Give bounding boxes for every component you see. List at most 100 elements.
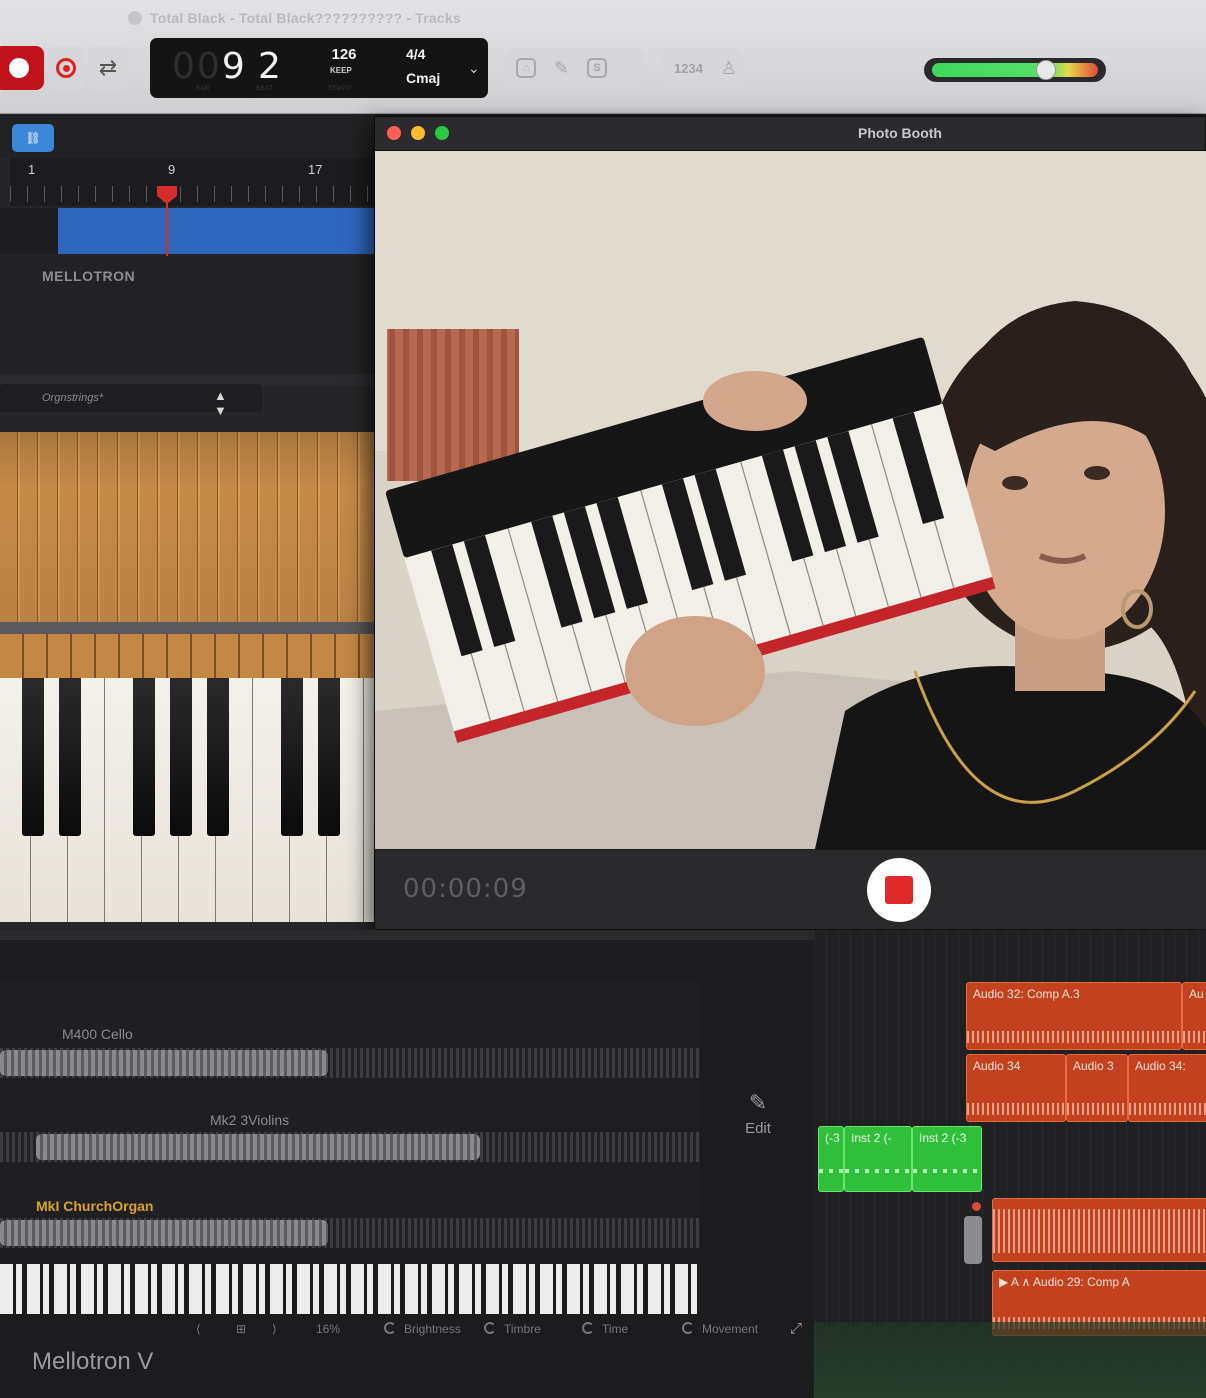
- mellotron-header: MELLOTRON: [0, 256, 376, 376]
- metronome-icon[interactable]: ♙: [721, 58, 737, 79]
- lcd-tempo-mode: KEEP: [330, 66, 352, 75]
- mellotron-tabs-panel: [0, 432, 376, 622]
- ruler-mark: 17: [308, 162, 323, 177]
- audio-region[interactable]: [992, 1198, 1206, 1262]
- camera-preview: [375, 151, 1206, 849]
- preset-name: Orgnstrings*: [42, 392, 104, 404]
- solo-icon[interactable]: S: [587, 58, 608, 78]
- lcd-beat-caption: BEAT: [256, 86, 274, 92]
- edit-tools-group: ⌂ ✎ S: [504, 48, 644, 88]
- divider: [0, 622, 376, 634]
- ruler-mark: 1: [28, 162, 36, 177]
- pencil-icon: ✎: [748, 1090, 768, 1115]
- mini-keyboard[interactable]: [0, 1264, 700, 1314]
- pencil-icon[interactable]: ✎: [554, 58, 569, 79]
- black-key[interactable]: [170, 678, 192, 836]
- record-icon: [9, 58, 29, 78]
- stop-recording-button[interactable]: [867, 858, 931, 922]
- lcd-key[interactable]: Cmaj: [406, 70, 440, 86]
- lcd-bar: 009: [172, 46, 247, 87]
- timeline-ruler[interactable]: 1 9 17: [10, 158, 376, 206]
- midi-region[interactable]: (-3: [818, 1126, 844, 1192]
- audio-region[interactable]: Au: [1182, 982, 1206, 1050]
- knob-icon: [484, 1322, 496, 1334]
- preset-selector[interactable]: Orgnstrings* ▲ ▼: [0, 384, 262, 418]
- black-key[interactable]: [133, 678, 155, 836]
- plugin-header: ⛓: [0, 114, 376, 158]
- volume-knob[interactable]: [1036, 60, 1056, 80]
- knob-time[interactable]: Time: [582, 1322, 628, 1336]
- tape-slider-organ[interactable]: [0, 1220, 328, 1246]
- ruler-mark: 9: [168, 162, 176, 177]
- record-enable-icon[interactable]: [972, 1202, 981, 1211]
- window-title: Photo Booth: [858, 125, 942, 141]
- count-in-button[interactable]: 1234: [674, 61, 703, 76]
- tracks-area: Audio 32: Comp A.3 Au Audio 34 Audio 3 A…: [814, 930, 1206, 1398]
- mellotron-keyboard[interactable]: [0, 678, 401, 922]
- window-title: Total Black - Total Black?????????? - Tr…: [150, 10, 461, 26]
- knob-brightness[interactable]: Brightness: [384, 1322, 461, 1336]
- plugin-footer-title: Mellotron V: [32, 1348, 154, 1375]
- main-toolbar: Total Black - Total Black?????????? - Tr…: [0, 0, 1206, 114]
- capture-recording-icon: [56, 58, 76, 78]
- midi-region[interactable]: [58, 208, 376, 254]
- knob-movement[interactable]: Movement: [682, 1322, 758, 1336]
- mini-keys: [0, 1264, 700, 1314]
- lcd-beat: 2: [258, 46, 281, 87]
- lcd-time-signature[interactable]: 4/4: [406, 46, 425, 62]
- zoom-level[interactable]: 16%: [316, 1322, 340, 1336]
- cycle-button[interactable]: ⇄: [88, 46, 128, 90]
- edit-label: Edit: [745, 1120, 771, 1137]
- tape-label-organ: MkI ChurchOrgan: [36, 1198, 154, 1214]
- preset-stepper-icon[interactable]: ▲ ▼: [214, 388, 262, 418]
- ruler-ticks: [10, 186, 376, 202]
- tape-label-cello: M400 Cello: [62, 1026, 133, 1042]
- forward-icon[interactable]: ⟩: [272, 1322, 277, 1336]
- capture-recording-button[interactable]: [48, 46, 84, 90]
- black-key[interactable]: [318, 678, 340, 836]
- cycle-icon: ⇄: [98, 55, 118, 80]
- black-key[interactable]: [59, 678, 81, 836]
- stop-icon: [885, 876, 913, 904]
- black-key[interactable]: [207, 678, 229, 836]
- tape-slider-cello[interactable]: [0, 1050, 328, 1076]
- knob-icon: [384, 1322, 396, 1334]
- mellotron-lower-panel: M400 Cello Mk2 3Violins MkI ChurchOrgan …: [0, 930, 814, 1398]
- record-button[interactable]: [0, 46, 44, 90]
- volume-meter: [932, 63, 1098, 77]
- edit-button[interactable]: ✎ Edit: [734, 1090, 782, 1137]
- expand-icon[interactable]: ⤢: [790, 1320, 802, 1337]
- back-icon[interactable]: ⟨: [196, 1322, 201, 1336]
- mellotron-tabs-lower: [0, 634, 376, 678]
- knob-icon: [582, 1322, 594, 1334]
- audio-region[interactable]: Audio 34:: [1128, 1054, 1206, 1122]
- smart-controls-button[interactable]: ⛓: [12, 124, 54, 152]
- lcd-display[interactable]: 009 2 BAR BEAT 126 KEEP TEMPO 4/4 Cmaj ⌄: [150, 38, 488, 98]
- document-icon: [128, 11, 142, 25]
- tape-slider-violins[interactable]: [36, 1134, 480, 1160]
- midi-region[interactable]: Inst 2 (-: [844, 1126, 912, 1192]
- link-icon: ⛓: [25, 131, 41, 145]
- divider: [0, 930, 814, 940]
- knob-icon: [682, 1322, 694, 1334]
- center-icon[interactable]: ⊞: [236, 1322, 246, 1336]
- black-key[interactable]: [22, 678, 44, 836]
- knob-timbre[interactable]: Timbre: [484, 1322, 541, 1336]
- playhead[interactable]: [166, 196, 168, 256]
- tape-label-violins: Mk2 3Violins: [210, 1112, 290, 1128]
- midi-region[interactable]: Inst 2 (-3: [912, 1126, 982, 1192]
- audio-region[interactable]: ▶ A ∧ Audio 29: Comp A: [992, 1270, 1206, 1336]
- lcd-tempo[interactable]: 126: [326, 46, 362, 63]
- audio-region[interactable]: Audio 34: [966, 1054, 1066, 1122]
- audio-region[interactable]: Audio 3: [1066, 1054, 1128, 1122]
- window-titlebar: Photo Booth: [375, 117, 1205, 151]
- instrument-name: MELLOTRON: [42, 268, 136, 284]
- photo-booth-controls: 00:00:09: [375, 849, 1206, 929]
- lcd-bar-caption: BAR: [196, 86, 210, 92]
- audio-region[interactable]: Audio 32: Comp A.3: [966, 982, 1182, 1050]
- master-volume-slider[interactable]: [924, 58, 1106, 82]
- chevron-down-icon[interactable]: ⌄: [468, 60, 480, 77]
- track-fader[interactable]: [964, 1216, 982, 1264]
- black-key[interactable]: [281, 678, 303, 836]
- tuner-icon[interactable]: ⌂: [516, 58, 536, 78]
